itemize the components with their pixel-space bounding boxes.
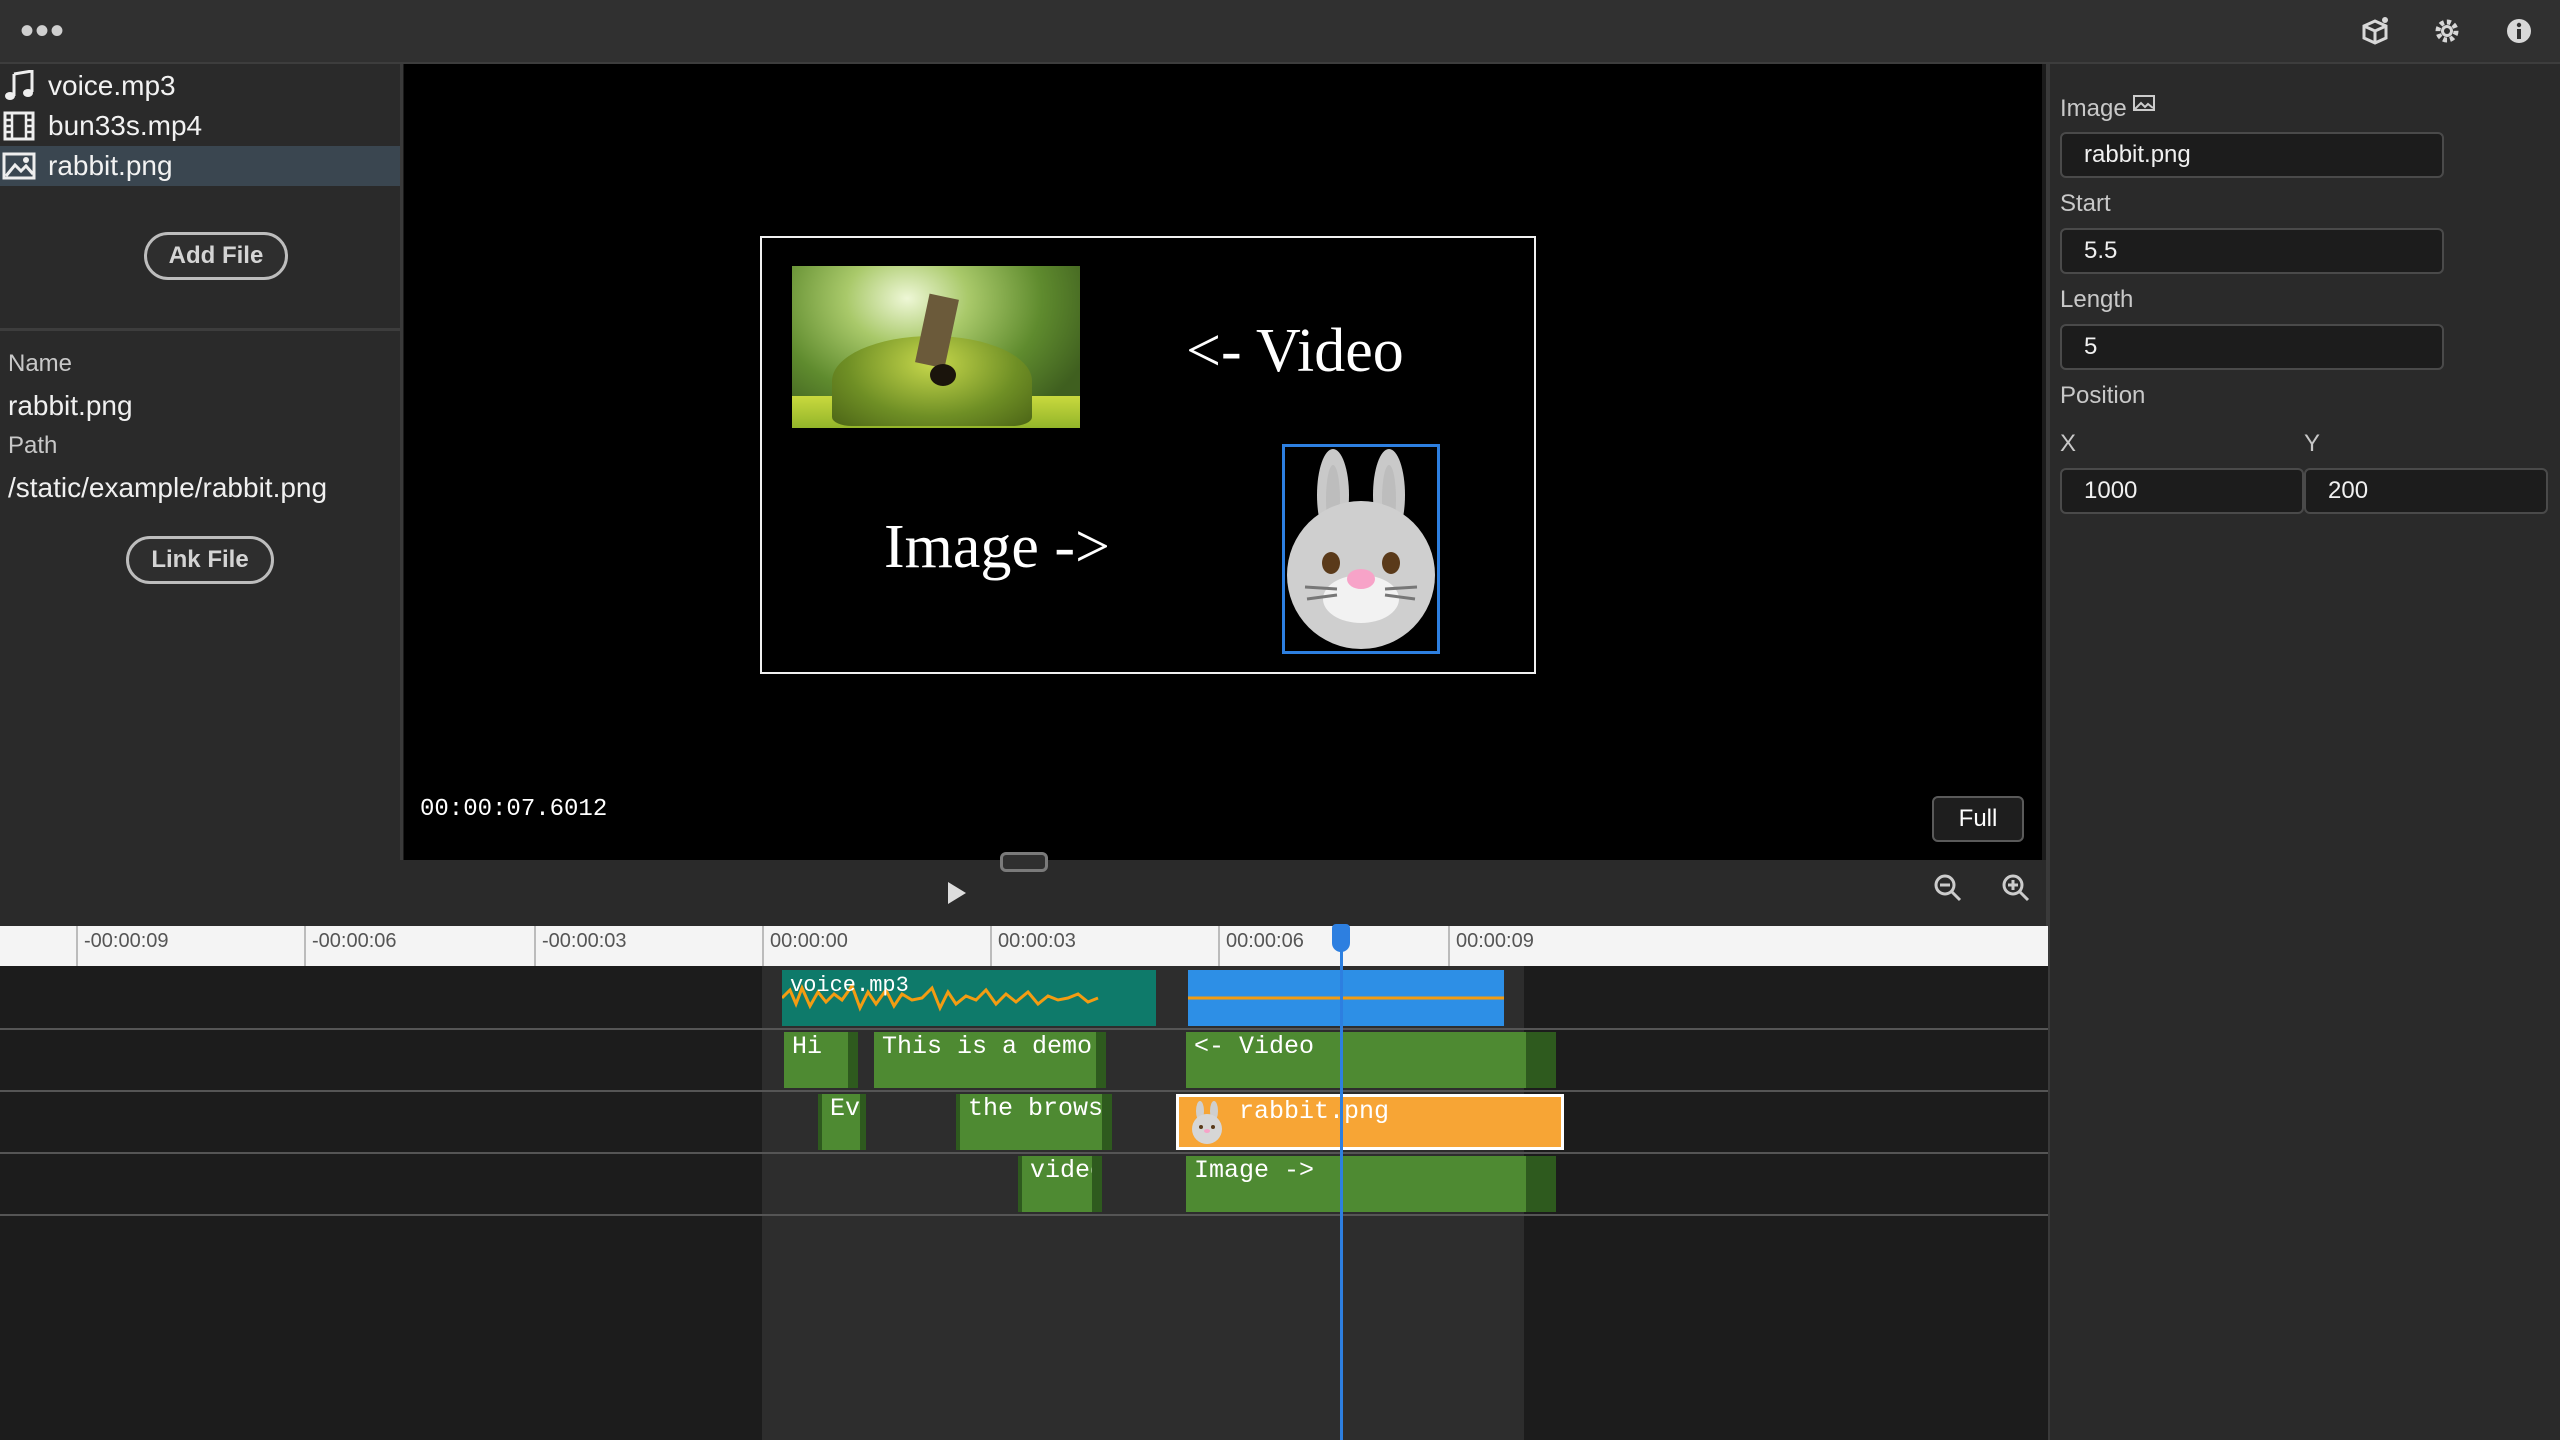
image-clip-selected[interactable]: rabbit.png [1176, 1094, 1564, 1150]
timeline-ruler[interactable]: -00:00:09 -00:00:06 -00:00:03 00:00:00 0… [0, 926, 2048, 966]
file-item-bun33s[interactable]: bun33s.mp4 [0, 106, 400, 146]
video-caption: <- Video [1186, 317, 1404, 385]
y-field[interactable]: 200 [2304, 468, 2548, 514]
clip-label: rabbit.png [1239, 1097, 1390, 1126]
image-icon [2133, 95, 2156, 111]
waveform [1188, 996, 1504, 1000]
film-icon [2, 110, 36, 142]
fullscreen-button[interactable]: Full [1932, 796, 2024, 842]
start-label: Start [2060, 190, 2111, 217]
tick-label: 00:00:06 [1226, 930, 1304, 952]
top-toolbar [0, 0, 2560, 64]
path-label: Path [8, 432, 58, 459]
more-dots-icon[interactable]: ••• [20, 11, 65, 51]
image-property-label: Image [2060, 94, 2156, 123]
name-label: Name [8, 350, 73, 377]
track-area: voice.mp3 Hi This is a demo o <- Video E… [0, 966, 2048, 1440]
audio-clip-selected[interactable] [1188, 970, 1504, 1026]
tick-label: 00:00:00 [770, 930, 848, 952]
zoom-out-icon[interactable] [1932, 872, 1964, 904]
zoom-in-icon[interactable] [2000, 872, 2032, 904]
text-clip[interactable]: video [1018, 1156, 1102, 1212]
text-clip[interactable]: This is a demo o [874, 1032, 1106, 1088]
music-note-icon [2, 69, 36, 102]
tick-label: -00:00:03 [542, 930, 627, 952]
file-name: voice.mp3 [48, 70, 176, 101]
start-field[interactable]: 5.5 [2060, 228, 2444, 274]
x-field[interactable]: 1000 [2060, 468, 2304, 514]
file-name: rabbit.png [48, 150, 173, 181]
play-icon[interactable] [948, 882, 966, 904]
image-caption: Image -> [884, 513, 1111, 581]
timecode-display: 00:00:07.6012 [420, 796, 608, 823]
y-label: Y [2304, 430, 2321, 457]
add-file-button[interactable]: Add File [144, 232, 288, 280]
rabbit-icon [1287, 449, 1435, 649]
info-icon[interactable] [2502, 14, 2536, 48]
rabbit-image-selection[interactable] [1282, 444, 1440, 654]
file-name: bun33s.mp4 [48, 110, 203, 141]
tick-label: -00:00:06 [312, 930, 397, 952]
divider [0, 328, 400, 331]
cube-sparkle-icon[interactable] [2358, 14, 2392, 48]
tick-label: 00:00:09 [1456, 930, 1534, 952]
length-field[interactable]: 5 [2060, 324, 2444, 370]
gear-icon[interactable] [2430, 14, 2464, 48]
tick-label: 00:00:03 [998, 930, 1076, 952]
playhead[interactable] [1340, 926, 1343, 1440]
text-clip[interactable]: Eve [818, 1094, 866, 1150]
text-clip[interactable]: <- Video [1186, 1032, 1556, 1088]
audio-clip[interactable]: voice.mp3 [782, 970, 1156, 1026]
resize-handle[interactable] [1000, 852, 1048, 872]
video-layer[interactable] [792, 266, 1080, 428]
tick-label: -00:00:09 [84, 930, 169, 952]
image-label-text: Image [2060, 95, 2127, 122]
length-label: Length [2060, 286, 2134, 313]
text-clip[interactable]: the browser [956, 1094, 1112, 1150]
link-file-button[interactable]: Link File [126, 536, 274, 584]
file-item-voice[interactable]: voice.mp3 [0, 66, 400, 106]
file-item-rabbit[interactable]: rabbit.png [0, 146, 400, 186]
text-clip[interactable]: Hi [784, 1032, 858, 1088]
x-label: X [2060, 430, 2077, 457]
file-path-value: /static/example/rabbit.png [8, 472, 328, 503]
file-name-value: rabbit.png [8, 390, 133, 421]
text-clip[interactable]: Image -> [1186, 1156, 1556, 1212]
playhead-handle[interactable] [1332, 924, 1350, 952]
image-field[interactable]: rabbit.png [2060, 132, 2444, 178]
rabbit-thumbnail-icon [1192, 1101, 1222, 1144]
image-icon [2, 150, 36, 182]
position-label: Position [2060, 382, 2146, 409]
clip-label: voice.mp3 [790, 973, 909, 998]
